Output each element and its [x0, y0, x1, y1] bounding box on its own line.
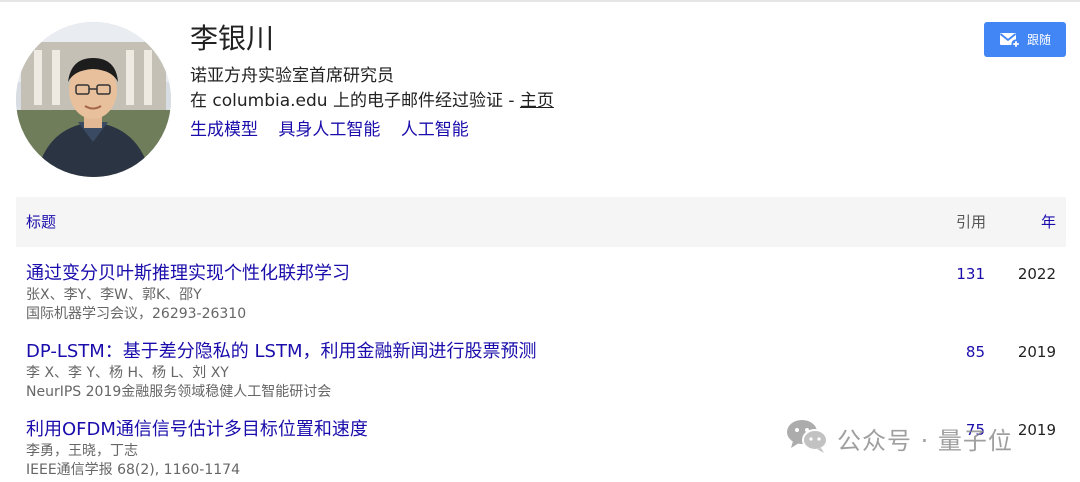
table-row: 通过变分贝叶斯推理实现个性化联邦学习 张X、李Y、李W、郭K、邵Y 国际机器学习…: [26, 262, 1066, 324]
column-header-year[interactable]: 年: [1041, 211, 1056, 233]
paper-venue: IEEE通信学报 68(2), 1160-1174: [26, 462, 240, 478]
top-divider: [0, 0, 1080, 2]
interest-link-generative-models[interactable]: 生成模型: [190, 120, 258, 140]
paper-year: 2019: [1017, 343, 1056, 361]
paper-venue: NeurIPS 2019金融服务领域稳健人工智能研讨会: [26, 384, 332, 400]
email-verified-text: 在 columbia.edu 上的电子邮件经过验证 -: [190, 91, 520, 111]
mail-plus-icon: [999, 31, 1021, 49]
column-header-cited-by[interactable]: 引用: [956, 211, 986, 233]
paper-authors: 李 X、李 Y、杨 H、杨 L、刘 XY: [26, 365, 229, 381]
follow-button-label: 跟随: [1026, 33, 1051, 47]
paper-title-link[interactable]: 通过变分贝叶斯推理实现个性化联邦学习: [26, 262, 1066, 286]
research-interests: 生成模型 具身人工智能 人工智能: [190, 118, 484, 142]
paper-year: 2019: [1017, 421, 1056, 439]
table-row: DP-LSTM：基于差分隐私的 LSTM，利用金融新闻进行股票预测 李 X、李 …: [26, 340, 1066, 402]
email-verification: 在 columbia.edu 上的电子邮件经过验证 - 主页: [190, 89, 554, 113]
watermark: 公众号 · 量子位: [785, 418, 1013, 458]
paper-venue: 国际机器学习会议，26293-26310: [26, 306, 247, 322]
paper-year: 2022: [1017, 265, 1056, 283]
cited-by-count-link[interactable]: 131: [956, 262, 985, 286]
table-header: 标题 引用 年: [16, 197, 1066, 247]
wechat-icon: [785, 417, 829, 459]
cited-by-count-link[interactable]: 85: [966, 340, 985, 364]
avatar: [16, 22, 171, 177]
watermark-text: 公众号 · 量子位: [837, 426, 1013, 455]
interest-link-embodied-ai[interactable]: 具身人工智能: [278, 120, 380, 140]
paper-authors: 张X、李Y、李W、郭K、邵Y: [26, 287, 202, 303]
interest-link-ai[interactable]: 人工智能: [401, 120, 469, 140]
profile-affiliation: 诺亚方舟实验室首席研究员: [190, 66, 394, 86]
paper-title-link[interactable]: DP-LSTM：基于差分隐私的 LSTM，利用金融新闻进行股票预测: [26, 340, 1066, 364]
follow-button[interactable]: 跟随: [984, 22, 1066, 57]
column-header-title[interactable]: 标题: [26, 211, 56, 233]
homepage-link[interactable]: 主页: [520, 91, 554, 111]
profile-name: 李银川: [190, 22, 275, 55]
